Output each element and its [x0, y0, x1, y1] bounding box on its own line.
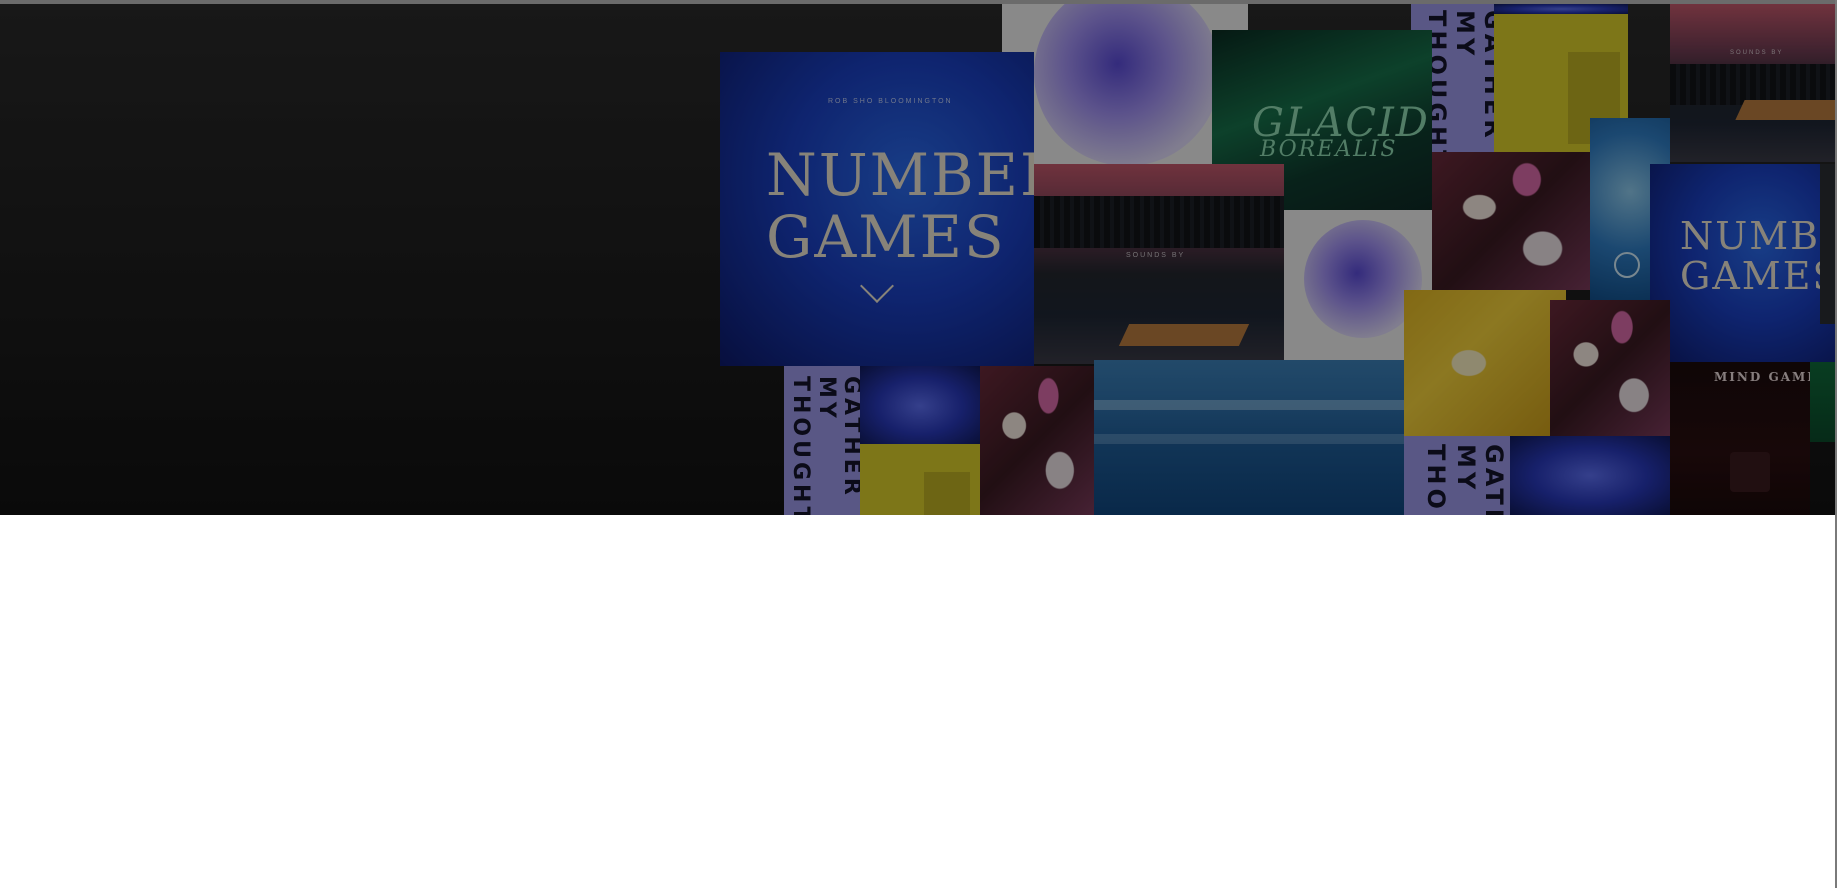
gradient-sphere-image — [1034, 4, 1220, 164]
dock-image — [1735, 100, 1835, 120]
main-content-area — [0, 515, 1835, 888]
mustard-abstract-cover[interactable] — [1404, 290, 1566, 436]
floral-cover-bottom[interactable] — [980, 366, 1094, 515]
lake-dock-cover-top-right[interactable]: SOUNDS BY — [1670, 4, 1835, 162]
green-cover-strip[interactable] — [1810, 362, 1835, 442]
dock-image — [1118, 324, 1250, 346]
treeline-image — [1034, 196, 1284, 248]
gather-right-title-2: THOUGHTS — [1422, 444, 1450, 515]
yellow-cover-panel-2 — [924, 472, 970, 515]
gather-thoughts-cover-bottom-left[interactable]: GATHER MY THOUGHTS — [784, 366, 860, 515]
diamond-ornament-icon — [860, 269, 894, 303]
gather-right-title: GATHER MY — [1452, 444, 1508, 515]
floral-cover-right[interactable] — [1550, 300, 1670, 436]
number-games-kicker: ROB SHO BLOOMINGTON — [828, 98, 953, 105]
mind-games-cover[interactable]: MIND GAME — [1670, 362, 1810, 515]
hero-banner: SOUNDS BY GATHER MY THOUGHTS GLACID BORE… — [0, 4, 1835, 515]
dark-card-right-edge — [1820, 164, 1835, 324]
gather-cover-title: GATHER MY — [1451, 10, 1496, 142]
purple-wave-cover-2[interactable] — [1510, 436, 1670, 515]
lake-cover-label: SOUNDS BY — [1730, 50, 1784, 56]
mist-band-image-2 — [1094, 434, 1404, 444]
gather-bottom-title-2: THOUGHTS — [788, 376, 813, 515]
mind-games-title: MIND GAME — [1714, 370, 1810, 384]
purple-wave-cover[interactable] — [860, 366, 980, 446]
number-games-cover-right[interactable]: NUMBER GAMES — [1650, 164, 1835, 362]
floral-cover-top[interactable] — [1432, 152, 1590, 290]
glacid-title-line-2: BOREALIS — [1260, 137, 1398, 162]
lake-dock-cover-middle[interactable]: SOUNDS BY — [1034, 164, 1284, 364]
album-cover-collage: SOUNDS BY GATHER MY THOUGHTS GLACID BORE… — [0, 4, 1835, 515]
gather-bottom-title-1: GATHER MY — [814, 376, 860, 499]
number-games-title-line-2: GAMES — [766, 203, 1006, 271]
figure-image — [1730, 452, 1770, 492]
number-games-right-title-2: GAMES — [1680, 254, 1835, 298]
number-games-cover-main[interactable]: ROB SHO BLOOMINGTON NUMBER GAMES — [720, 52, 1034, 366]
ocean-mountains-cover[interactable] — [1094, 360, 1404, 515]
mist-band-image — [1094, 400, 1404, 410]
number-games-title-line-1: NUMBER — [766, 141, 1034, 209]
ring-icon — [1614, 252, 1640, 278]
treeline-image — [1670, 64, 1835, 106]
purple-wave-strip-top — [1494, 4, 1628, 14]
number-games-right-title-1: NUMBER — [1680, 214, 1835, 258]
yellow-cover-bottom[interactable] — [860, 444, 980, 515]
lake-cover-label-2: SOUNDS BY — [1126, 252, 1186, 259]
gather-thoughts-cover-bottom-right[interactable]: GATHER MY THOUGHTS — [1404, 436, 1510, 515]
